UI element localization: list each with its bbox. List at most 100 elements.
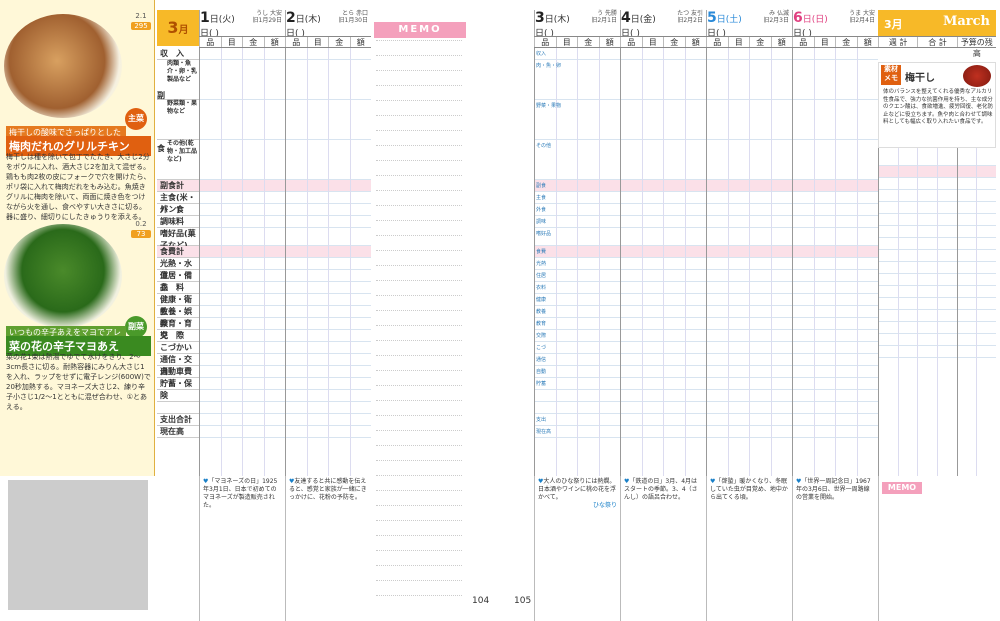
column-divider (534, 48, 535, 476)
recipe-text: 梅干しは種を除いて包丁でたたき、大さじ2分をボウルに入れ、酒大さじ2を加えて混ぜ… (6, 153, 151, 221)
hina-label: ひな祭り (592, 502, 617, 509)
row-label: 現在高 (536, 429, 552, 435)
column-divider (917, 148, 919, 476)
memo-column: MEMO (372, 10, 467, 610)
memo-line (376, 70, 462, 71)
category-label: こづかい (157, 342, 199, 354)
column-header: 品目金額 (199, 36, 285, 48)
month-header-right: 3月 March (878, 10, 996, 36)
column-divider (620, 48, 621, 476)
row-label: 住居 (536, 273, 547, 279)
summary-grid (878, 148, 996, 476)
memo-line (376, 550, 462, 551)
category-label: 貯蓄・保険 (157, 378, 199, 400)
memo-line (376, 265, 462, 266)
day-note: ♥「啓蟄」暖かくなり、冬眠していた虫が目覚め、地中から出てくる頃。 (706, 476, 792, 621)
category-label: 衣 料 (157, 282, 199, 294)
category-label: 教育・育児 (157, 318, 199, 340)
category-label: 調味料 (157, 216, 199, 228)
memo-line (376, 460, 462, 461)
memo-line (376, 280, 462, 281)
memo-lines[interactable] (372, 40, 467, 610)
column-divider (220, 48, 222, 476)
group-label-a: 副 (157, 91, 165, 100)
column-divider (976, 148, 978, 476)
row-label: その他 (536, 143, 552, 149)
memo-line (376, 520, 462, 521)
row-label: 交際 (536, 333, 547, 339)
memo-line (376, 130, 462, 131)
column-divider (956, 148, 958, 476)
memo-line (376, 295, 462, 296)
row-label: 教養 (536, 309, 547, 315)
day-header-saturday: 5日(土) 日( ) み 仏滅 旧2月3日 (706, 10, 792, 39)
left-page: 2.1295 主菜 梅干しの酸味でさっぱりとした味わい 梅肉だれのグリルチキン … (0, 0, 500, 621)
memo-line (376, 490, 462, 491)
memo-line (376, 595, 462, 596)
category-label: 副食計 (157, 180, 199, 192)
category-label: 野菜類・果物など (157, 100, 199, 140)
column-divider (263, 48, 265, 476)
memo-line (376, 535, 462, 536)
day-note: ♥「世界一周記念日」1967年の3月6日、世界一周路線の営業を開始。 (792, 476, 878, 621)
column-divider (727, 48, 729, 476)
column-divider (306, 48, 308, 476)
column-divider (878, 148, 879, 476)
column-divider (835, 48, 836, 476)
recipe-kcal: 0.2 73 (131, 220, 151, 238)
column-divider (749, 48, 750, 476)
column-divider (813, 48, 815, 476)
right-page: 3日(木) 日( ) う 先勝 旧2月1日 4日(金) 日( ) たつ 友引 旧2月2日… (500, 0, 1000, 621)
column-divider (598, 48, 600, 476)
category-label: 食費計 (157, 246, 199, 258)
column-divider (770, 48, 772, 476)
column-divider (242, 48, 243, 476)
memo-line (376, 85, 462, 86)
row-label: 貯蓄 (536, 381, 547, 387)
memo-line (376, 190, 462, 191)
memo-line (376, 415, 462, 416)
row-label: 調味 (536, 219, 547, 225)
memo-area[interactable]: MEMO (878, 476, 996, 621)
row-label: 外食 (536, 207, 547, 213)
memo-line (376, 340, 462, 341)
ledger-grid (199, 48, 371, 476)
memo-line (376, 310, 462, 311)
row-label: 自動 (536, 369, 547, 375)
row-label: 教育 (536, 321, 547, 327)
memo-line (376, 580, 462, 581)
column-divider (856, 48, 858, 476)
memo-line (376, 235, 462, 236)
recipe-badge: 主菜 (125, 108, 147, 130)
memo-line (376, 325, 462, 326)
column-header: 品目金額 (620, 36, 706, 48)
column-divider (328, 48, 329, 476)
umeboshi-image (963, 65, 991, 87)
category-label: 収 入 (157, 48, 199, 60)
memo-line (376, 220, 462, 221)
row-label: 支出 (536, 417, 547, 423)
memo-line (376, 250, 462, 251)
recipe-badge: 副菜 (125, 316, 147, 338)
column-divider (897, 148, 899, 476)
ledger-grid (534, 48, 878, 476)
memo-tag: MEMO (882, 482, 922, 494)
row-label: 食費 (536, 249, 547, 255)
column-header: 品目金額 (534, 36, 620, 48)
column-divider (937, 148, 938, 476)
memo-line (376, 475, 462, 476)
memo-line (376, 430, 462, 431)
memo-line (376, 100, 462, 101)
recipe-card: 0.273 副菜 いつもの辛子あえをマヨでアレンジ 菜の花の辛子マヨあえ 菜の花… (0, 220, 155, 476)
sozai-memo: 素材メモ 梅干し 体のバランスを整えてくれる優秀なアルカリ性食品で、強力な抗菌作… (878, 62, 996, 148)
memo-line (376, 565, 462, 566)
column-divider (285, 48, 286, 476)
column-divider (706, 48, 707, 476)
recipe-photo (4, 14, 122, 118)
memo-line (376, 175, 462, 176)
recipe-kcal: 2.1 295 (131, 12, 151, 30)
category-label: 外 食 (157, 204, 199, 216)
memo-line (376, 445, 462, 446)
photo-placeholder (8, 480, 148, 610)
memo-line (376, 115, 462, 116)
